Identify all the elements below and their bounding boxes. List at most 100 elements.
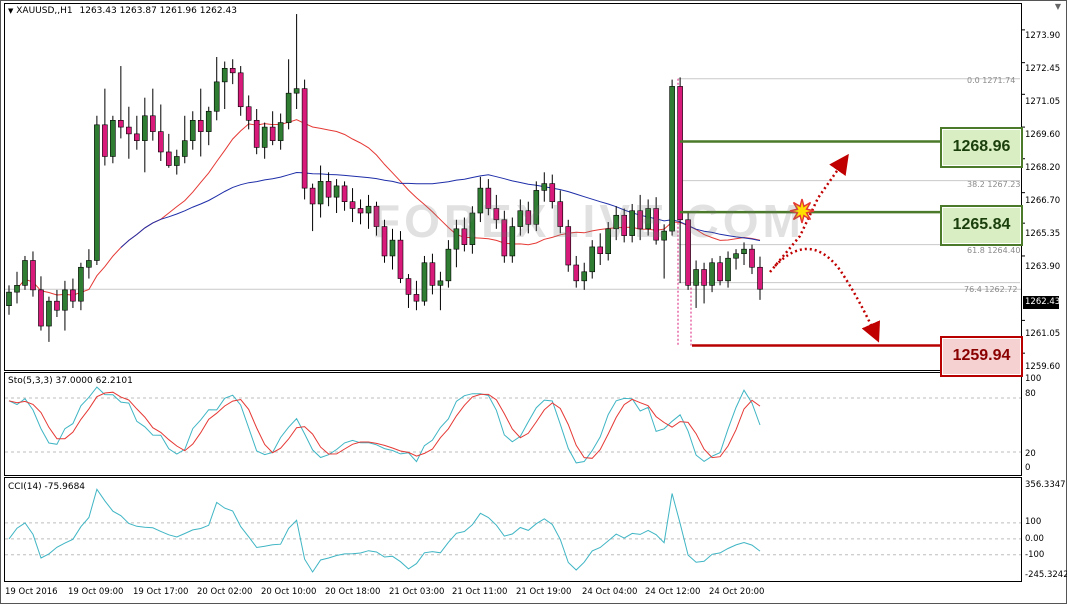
bear-candle — [126, 126, 132, 135]
time-label: 21 Oct 03:00 — [389, 587, 445, 597]
dropdown-icon[interactable]: ▼ — [8, 7, 13, 15]
bear-candle — [150, 115, 156, 132]
bear-candle — [301, 88, 308, 189]
bear-candle — [701, 269, 707, 286]
fib-61: 61.8 1264.40 — [967, 246, 1021, 255]
bear-candle — [573, 264, 580, 282]
time-label: 21 Oct 19:00 — [516, 587, 572, 597]
bull-candle — [333, 185, 340, 198]
bull-candle — [445, 248, 452, 282]
time-label: 21 Oct 11:00 — [452, 587, 508, 597]
bull-candle — [277, 122, 284, 141]
bear-candle — [229, 68, 236, 74]
level-box-1268[interactable]: 1268.96 — [940, 127, 1023, 168]
bull-candle — [14, 285, 20, 293]
time-label: 24 Oct 04:00 — [582, 587, 638, 597]
price-label: 1268.20 — [1025, 163, 1061, 173]
symbol-header: ▼ XAUUSD,,H1 1263.43 1263.87 1261.96 126… — [8, 6, 237, 16]
stochastic-label: Sto(5,3,3) 37.0000 62.2101 — [8, 376, 133, 386]
bear-candle — [237, 72, 244, 108]
time-label: 19 Oct 17:00 — [133, 587, 189, 597]
bull-candle — [46, 300, 52, 327]
stoch-axis: 20 — [1025, 449, 1036, 459]
bull-candle — [189, 120, 196, 141]
bull-candle — [365, 205, 372, 214]
fib-0: 0.0 1271.74 — [967, 76, 1016, 85]
bull-candle — [293, 88, 300, 94]
bull-candle — [221, 68, 228, 83]
bull-candle — [6, 291, 12, 306]
bear-candle — [349, 201, 356, 209]
bull-candle — [709, 262, 715, 286]
bear-candle — [757, 266, 763, 290]
time-label: 24 Oct 20:00 — [709, 587, 765, 597]
ohlc-values: 1263.43 1263.87 1261.96 1262.43 — [79, 6, 237, 16]
stochastic-pane — [4, 372, 1022, 476]
bull-candle — [421, 262, 428, 302]
cci-axis: -100 — [1025, 550, 1045, 560]
bear-candle — [102, 124, 108, 157]
stoch-axis: 0 — [1025, 463, 1031, 473]
bull-candle — [285, 92, 292, 123]
level-box-1265[interactable]: 1265.84 — [940, 205, 1023, 246]
price-label: 1266.70 — [1025, 196, 1061, 206]
bear-candle — [38, 289, 44, 327]
bear-candle — [357, 208, 364, 214]
bull-candle — [733, 253, 739, 259]
bull-candle — [205, 110, 212, 132]
time-label: 19 Oct 09:00 — [68, 587, 124, 597]
bear-candle — [717, 262, 723, 282]
stoch-axis: 80 — [1025, 389, 1036, 399]
watermark: FOREXLIVE.COM — [372, 195, 805, 247]
bear-candle — [341, 185, 348, 202]
fib-76: 76.4 1262.72 — [964, 285, 1018, 294]
time-label: 19 Oct 2016 — [5, 587, 58, 597]
bull-candle — [589, 246, 596, 273]
bull-candle — [725, 257, 731, 282]
bear-candle — [269, 126, 276, 141]
level-box-1259[interactable]: 1259.94 — [940, 336, 1023, 377]
bull-candle — [437, 280, 444, 286]
price-label: 1269.60 — [1025, 130, 1061, 140]
bull-candle — [62, 289, 68, 311]
cci-axis: 100 — [1025, 517, 1042, 527]
time-label: 20 Oct 10:00 — [261, 587, 317, 597]
pane-arrow-icon[interactable]: ▼ — [1055, 2, 1061, 11]
bull-candle — [142, 115, 148, 141]
stoch-axis: 100 — [1025, 374, 1042, 384]
bear-candle — [157, 131, 164, 153]
cci-axis: 0.00 — [1025, 534, 1044, 544]
bear-candle — [134, 133, 140, 141]
symbol-label: XAUUSD,,H1 — [16, 6, 73, 16]
bull-candle — [317, 181, 324, 205]
price-label: 1273.90 — [1025, 31, 1061, 41]
bull-candle — [541, 183, 548, 191]
time-label: 24 Oct 12:00 — [645, 587, 701, 597]
bear-candle — [30, 260, 36, 291]
price-label: 1261.05 — [1025, 329, 1061, 339]
price-label: 1265.35 — [1025, 229, 1061, 239]
bull-candle — [581, 271, 588, 282]
bull-candle — [741, 248, 747, 254]
bear-candle — [165, 151, 172, 166]
price-label: 1263.90 — [1025, 262, 1061, 272]
bull-candle — [94, 124, 100, 261]
cci-axis: -245.3242 — [1025, 570, 1067, 580]
bull-candle — [173, 156, 180, 166]
bear-candle — [413, 294, 420, 302]
fib-38: 38.2 1267.23 — [967, 180, 1021, 189]
bear-candle — [245, 106, 252, 121]
chart-canvas[interactable] — [0, 0, 1067, 604]
bear-candle — [70, 289, 76, 302]
bull-candle — [22, 260, 28, 286]
bear-candle — [325, 181, 332, 198]
bull-candle — [213, 81, 220, 112]
bear-candle — [54, 300, 60, 311]
time-label: 20 Oct 18:00 — [325, 587, 381, 597]
price-label: 1272.45 — [1025, 64, 1061, 74]
cci-axis: 356.3347 — [1025, 480, 1066, 490]
price-label: 1271.05 — [1025, 97, 1061, 107]
cci-label: CCI(14) -75.9684 — [8, 482, 86, 492]
bear-candle — [749, 248, 755, 268]
bear-candle — [429, 262, 436, 286]
